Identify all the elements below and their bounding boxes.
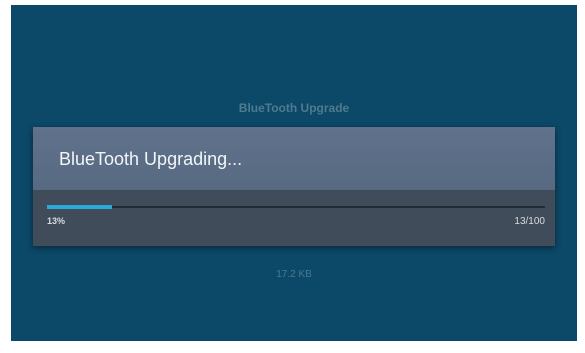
background-title: BlueTooth Upgrade	[238, 101, 350, 115]
file-size-label: 17.2 KB	[276, 269, 312, 280]
progress-count: 13/100	[514, 216, 545, 227]
screen: BlueTooth Upgrade BlueTooth Upgrading...…	[11, 5, 577, 341]
upgrade-dialog: BlueTooth Upgrading... 13% 13/100	[33, 127, 555, 246]
progress-bar-fill	[47, 205, 112, 209]
progress-percent: 13%	[47, 216, 66, 226]
dialog-title: BlueTooth Upgrading...	[59, 149, 243, 169]
progress-bar	[47, 205, 545, 209]
dialog-header: BlueTooth Upgrading...	[33, 127, 555, 190]
